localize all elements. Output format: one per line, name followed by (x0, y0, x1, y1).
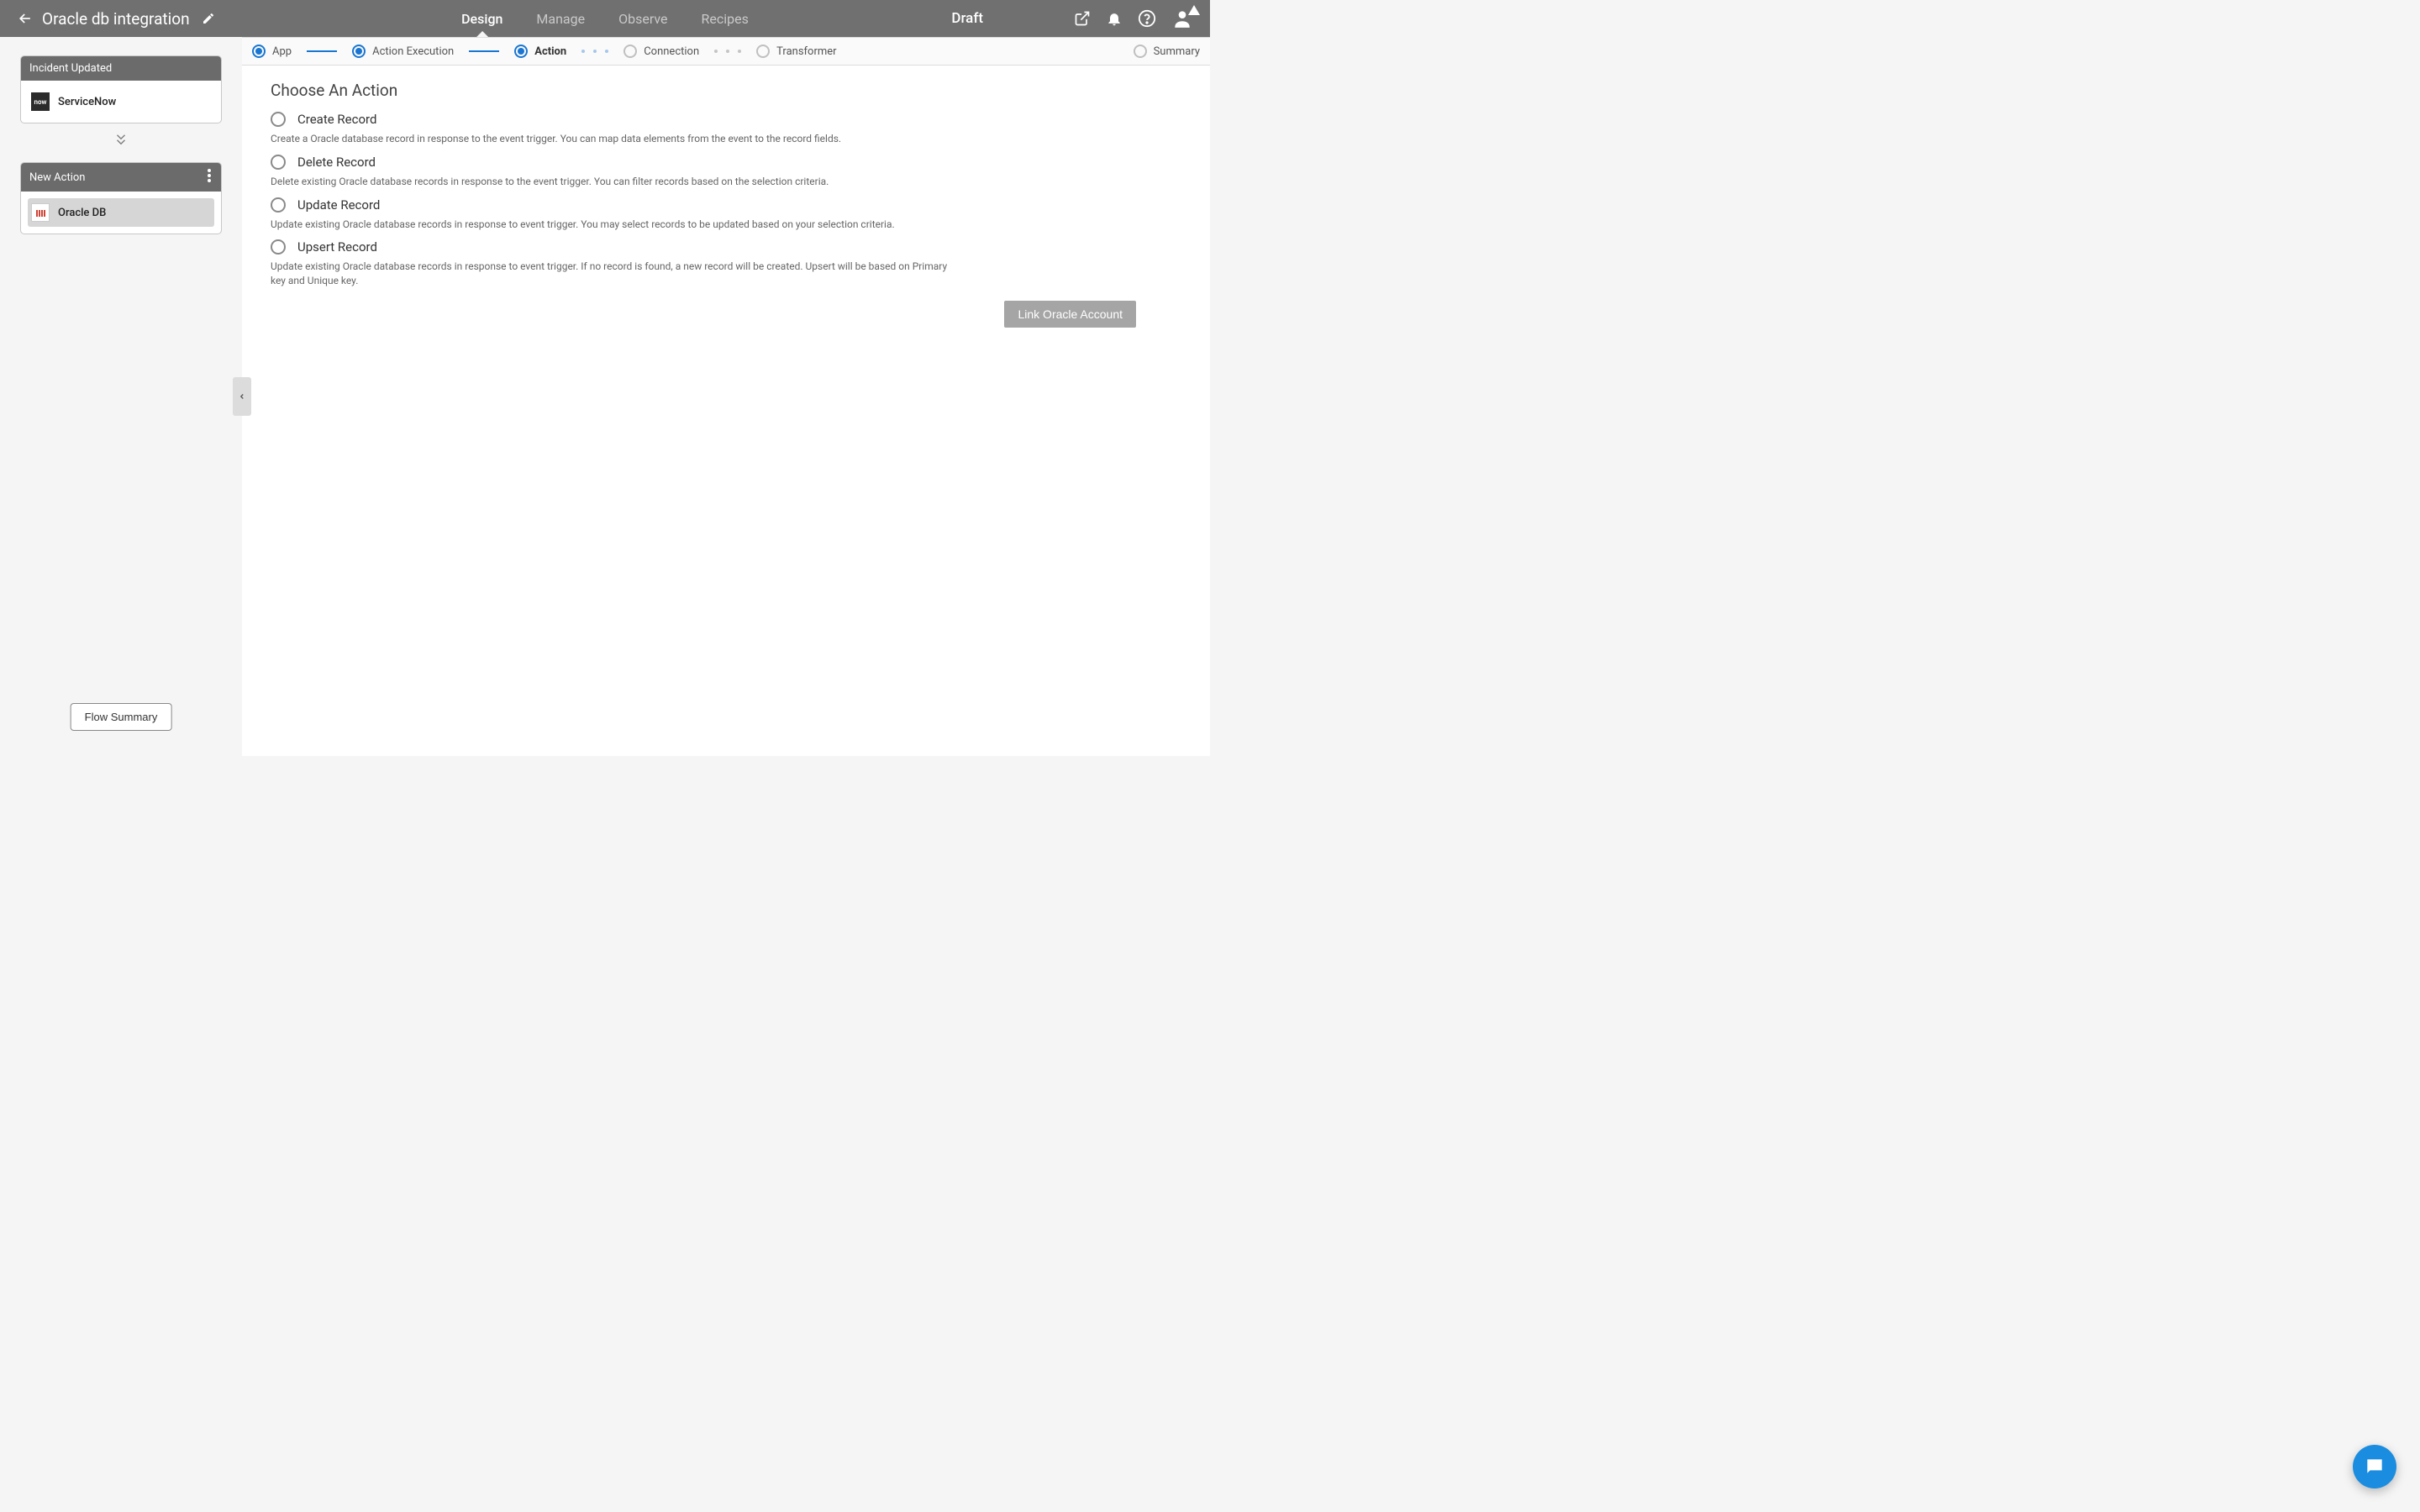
status-label: Draft (951, 10, 983, 27)
back-arrow-icon[interactable] (17, 10, 34, 27)
step-label: Transformer (776, 45, 836, 58)
bell-icon[interactable] (1106, 10, 1123, 27)
step-summary[interactable]: Summary (1134, 45, 1200, 58)
top-tabs: Design Manage Observe Recipes (461, 0, 749, 37)
action-card[interactable]: New Action Oracle DB (20, 162, 222, 234)
step-connector-dots (714, 50, 741, 53)
step-action-execution[interactable]: Action Execution (352, 45, 454, 58)
help-icon[interactable] (1138, 9, 1156, 28)
chat-bubble-button[interactable] (2353, 1445, 2396, 1488)
action-title: Create Record (297, 112, 376, 127)
step-label: Action (534, 45, 566, 58)
content-area: App Action Execution Action Connection T… (242, 37, 1210, 756)
card-menu-icon[interactable] (206, 169, 213, 186)
radio-icon[interactable] (271, 197, 286, 213)
step-circle-icon (352, 45, 366, 58)
section-title: Choose An Action (271, 81, 1181, 100)
flow-summary-button[interactable]: Flow Summary (71, 703, 172, 731)
trigger-card-title: Incident Updated (29, 62, 112, 75)
top-bar: Oracle db integration Design Manage Obse… (0, 0, 1210, 37)
step-circle-icon (514, 45, 528, 58)
step-circle-icon (623, 45, 637, 58)
step-label: Summary (1154, 45, 1200, 58)
radio-icon[interactable] (271, 112, 286, 127)
radio-icon[interactable] (271, 155, 286, 170)
action-option-upsert[interactable]: Upsert Record Update existing Oracle dat… (271, 239, 1181, 288)
sidebar: Incident Updated now ServiceNow New Acti… (0, 37, 242, 756)
oracle-icon (31, 203, 50, 222)
radio-icon[interactable] (271, 239, 286, 255)
action-app-label: Oracle DB (58, 207, 106, 219)
action-desc: Update existing Oracle database records … (271, 218, 960, 232)
step-label: App (272, 45, 292, 58)
collapse-sidebar-button[interactable] (233, 377, 251, 416)
flow-arrow-icon (20, 123, 222, 162)
step-circle-icon (1134, 45, 1147, 58)
action-app-row[interactable]: Oracle DB (28, 198, 214, 227)
action-option-update[interactable]: Update Record Update existing Oracle dat… (271, 197, 1181, 232)
action-card-title: New Action (29, 171, 85, 184)
tab-design[interactable]: Design (461, 0, 502, 37)
action-card-header: New Action (21, 163, 221, 192)
action-desc: Create a Oracle database record in respo… (271, 132, 960, 146)
step-connection[interactable]: Connection (623, 45, 699, 58)
tab-observe[interactable]: Observe (618, 0, 667, 37)
trigger-app-row[interactable]: now ServiceNow (28, 87, 214, 116)
trigger-card-header: Incident Updated (21, 56, 221, 81)
warning-badge-icon (1188, 5, 1200, 15)
step-label: Action Execution (372, 45, 454, 58)
step-connector-dots (581, 50, 608, 53)
step-transformer[interactable]: Transformer (756, 45, 836, 58)
step-connector (307, 50, 337, 52)
user-avatar-icon[interactable] (1171, 8, 1193, 29)
open-external-icon[interactable] (1074, 10, 1091, 27)
step-label: Connection (644, 45, 699, 58)
action-title: Delete Record (297, 155, 376, 170)
trigger-app-label: ServiceNow (58, 96, 116, 108)
step-action[interactable]: Action (514, 45, 566, 58)
step-circle-icon (756, 45, 770, 58)
tab-manage[interactable]: Manage (536, 0, 585, 37)
servicenow-icon: now (31, 92, 50, 111)
action-desc: Update existing Oracle database records … (271, 260, 960, 288)
trigger-card[interactable]: Incident Updated now ServiceNow (20, 55, 222, 123)
page-title: Oracle db integration (42, 9, 190, 29)
action-title: Update Record (297, 197, 380, 213)
link-oracle-account-button[interactable]: Link Oracle Account (1004, 301, 1136, 328)
action-title: Upsert Record (297, 239, 377, 255)
step-app[interactable]: App (252, 45, 292, 58)
tab-recipes[interactable]: Recipes (702, 0, 749, 37)
step-connector (469, 50, 499, 52)
action-option-create[interactable]: Create Record Create a Oracle database r… (271, 112, 1181, 146)
action-option-delete[interactable]: Delete Record Delete existing Oracle dat… (271, 155, 1181, 189)
action-desc: Delete existing Oracle database records … (271, 175, 960, 189)
edit-icon[interactable] (202, 12, 215, 25)
stepper: App Action Execution Action Connection T… (242, 37, 1210, 66)
step-circle-icon (252, 45, 266, 58)
